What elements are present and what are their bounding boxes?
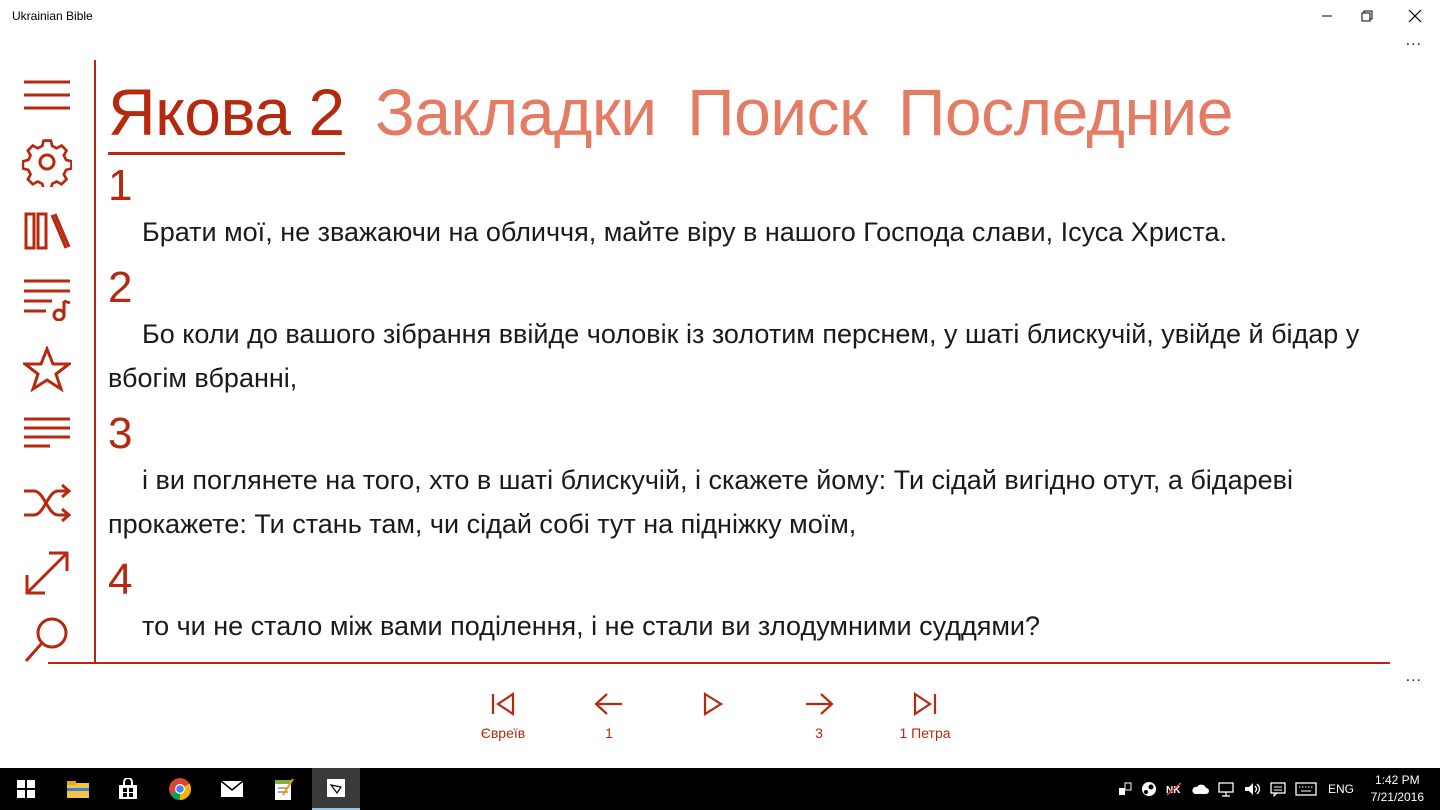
verse-text: і ви поглянете на того, хто в шаті блиск… <box>108 465 1293 539</box>
mail-icon <box>220 780 244 797</box>
chapter-content: 1 Брати мої, не зважаючи на обличчя, май… <box>108 162 1408 660</box>
taskbar: NK ENG 1:42 PM 7/21/2016 <box>0 768 1440 810</box>
tray-network-icon[interactable] <box>1214 768 1238 810</box>
restore-icon <box>1361 10 1373 22</box>
menu-button[interactable] <box>20 68 74 122</box>
folder-icon <box>67 781 89 798</box>
start-button[interactable] <box>2 768 50 810</box>
arrow-right-icon <box>806 693 834 715</box>
fullscreen-icon <box>25 551 69 595</box>
library-icon <box>24 212 71 250</box>
verse[interactable]: 4 то чи не стало між вами поділення, і н… <box>108 556 1408 648</box>
chrome-button[interactable] <box>156 768 204 810</box>
clock-date: 7/21/2016 <box>1370 790 1424 804</box>
next-chapter-label: 3 <box>815 725 823 741</box>
notepad-button[interactable] <box>260 768 308 810</box>
chrome-icon <box>169 778 191 800</box>
network-icon <box>1218 782 1234 797</box>
verse-number: 4 <box>108 555 133 604</box>
settings-button[interactable] <box>20 135 74 189</box>
content-divider <box>48 662 1390 664</box>
windows-icon <box>17 780 35 798</box>
tray-nvidia-icon[interactable]: NK <box>1162 768 1186 810</box>
arrow-left-icon <box>594 693 622 715</box>
nvidia-icon: NK <box>1166 782 1182 796</box>
first-book-label: Євреїв <box>480 725 526 741</box>
verse-number: 3 <box>108 409 133 458</box>
next-book-button[interactable]: 1 Петра <box>880 688 970 752</box>
skip-forward-icon <box>913 692 937 716</box>
shuffle-button[interactable] <box>20 476 74 530</box>
left-rail <box>0 60 96 664</box>
tray-onedrive-icon[interactable] <box>1188 768 1212 810</box>
fullscreen-button[interactable] <box>20 546 74 600</box>
verse-text: Брати мої, не зважаючи на обличчя, майте… <box>142 217 1227 247</box>
skip-back-icon <box>491 692 515 716</box>
search-button[interactable] <box>20 612 74 666</box>
title-bar: Ukrainian Bible <box>0 0 1440 32</box>
play-icon <box>703 692 724 716</box>
more-options-top[interactable]: ... <box>1406 33 1422 49</box>
restore-button[interactable] <box>1344 0 1390 32</box>
close-icon <box>1408 9 1422 23</box>
favorites-button[interactable] <box>20 342 74 396</box>
play-button[interactable] <box>668 688 758 752</box>
shuffle-icon <box>24 483 72 523</box>
notifications-icon <box>1270 782 1286 797</box>
tray-keyboard-icon[interactable] <box>1292 768 1320 810</box>
pivot-header: Якова 2 Закладки Поиск Последние <box>108 72 1259 155</box>
close-button[interactable] <box>1392 0 1438 32</box>
text-view-button[interactable] <box>20 406 74 460</box>
next-book-label: 1 Петра <box>899 725 951 741</box>
mail-button[interactable] <box>208 768 256 810</box>
previous-chapter-button[interactable]: 1 <box>564 688 654 752</box>
playlist-button[interactable] <box>20 272 74 326</box>
verse[interactable]: 3 і ви поглянете на того, хто в шаті бли… <box>108 410 1408 546</box>
minimize-icon <box>1322 15 1332 17</box>
verse[interactable]: 1 Брати мої, не зважаючи на обличчя, май… <box>108 162 1408 254</box>
notepad-icon <box>275 778 294 800</box>
cloud-icon <box>1192 784 1209 794</box>
tray-network-share-icon[interactable] <box>1114 768 1136 810</box>
keyboard-icon <box>1295 782 1317 796</box>
next-chapter-button[interactable]: 3 <box>774 688 864 752</box>
tab-recent[interactable]: Последние <box>898 72 1233 152</box>
text-lines-icon <box>24 417 70 448</box>
search-icon <box>24 617 68 662</box>
verse-text: Бо коли до вашого зібрання ввійде чолові… <box>108 319 1360 393</box>
verse-number: 1 <box>108 162 133 210</box>
volume-icon <box>1245 783 1261 795</box>
tab-chapter[interactable]: Якова 2 <box>108 72 345 155</box>
tab-bookmarks[interactable]: Закладки <box>375 72 657 152</box>
tab-search[interactable]: Поиск <box>687 72 868 152</box>
tray-volume-icon[interactable] <box>1240 768 1264 810</box>
bible-app-icon <box>327 779 345 797</box>
bible-app-button[interactable] <box>312 768 360 810</box>
verse-number: 2 <box>108 263 133 312</box>
menu-icon <box>24 80 70 110</box>
store-icon <box>119 778 137 799</box>
file-explorer-button[interactable] <box>54 768 102 810</box>
playlist-icon <box>24 279 71 321</box>
library-button[interactable] <box>20 204 74 258</box>
clock[interactable]: 1:42 PM 7/21/2016 <box>1371 772 1424 806</box>
rail-divider <box>94 60 96 664</box>
tray-action-center-icon[interactable] <box>1266 768 1290 810</box>
network-share-icon <box>1119 782 1132 795</box>
clock-time: 1:42 PM <box>1374 773 1420 787</box>
app-title: Ukrainian Bible <box>12 9 93 23</box>
verse[interactable]: 2 Бо коли до вашого зібрання ввійде чоло… <box>108 264 1408 400</box>
tray-steam-icon[interactable] <box>1138 768 1160 810</box>
more-options-bottom[interactable]: ... <box>1406 668 1422 686</box>
gear-icon <box>22 139 72 187</box>
steam-icon <box>1142 782 1156 796</box>
verse-text: то чи не стало між вами поділення, і не … <box>142 611 1041 641</box>
language-indicator[interactable]: ENG <box>1322 768 1360 810</box>
star-icon <box>23 346 71 392</box>
previous-chapter-label: 1 <box>605 725 613 741</box>
store-button[interactable] <box>104 768 152 810</box>
first-book-button[interactable]: Євреїв <box>458 688 548 752</box>
